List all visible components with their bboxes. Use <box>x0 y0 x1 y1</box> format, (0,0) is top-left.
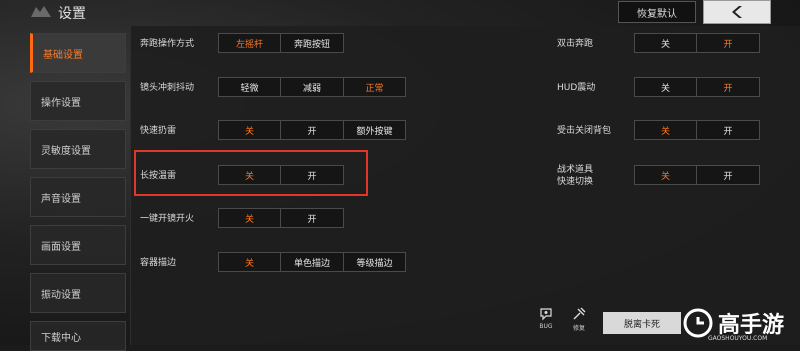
setting-label-double-tap-run: 双击奔跑 <box>557 39 594 49</box>
option-off[interactable]: 关 <box>218 252 281 272</box>
setting-label-one-tap-scope-fire: 一键开镜开火 <box>140 214 195 224</box>
highlight-frame <box>134 150 368 196</box>
top-bar: 设置 恢复默认 <box>0 0 800 26</box>
option-off[interactable]: 关 <box>218 208 281 228</box>
option-reduced[interactable]: 减弱 <box>280 77 344 97</box>
setting-label-camera-shake: 镜头冲刺抖动 <box>140 83 195 93</box>
option-on[interactable]: 开 <box>280 208 344 228</box>
sidebar-item-graphics[interactable]: 画面设置 <box>30 225 126 265</box>
option-on[interactable]: 开 <box>696 33 760 53</box>
setting-label-hud-shake: HUD震动 <box>557 83 596 93</box>
sidebar-item-sensitivity[interactable]: 灵敏度设置 <box>30 129 126 169</box>
bug-report-button[interactable]: BUG <box>533 307 559 330</box>
bug-icon <box>540 308 552 321</box>
restore-defaults-button[interactable]: 恢复默认 <box>618 1 696 23</box>
option-off[interactable]: 关 <box>634 77 697 97</box>
repair-label: 修复 <box>572 325 585 332</box>
run-mode-selector: 左摇杆 奔跑按钮 <box>218 33 344 53</box>
option-on[interactable]: 开 <box>696 165 760 185</box>
option-extra-key[interactable]: 额外按键 <box>343 120 406 140</box>
repair-button[interactable]: 修复 <box>566 307 592 332</box>
camera-shake-selector: 轻微 减弱 正常 <box>218 77 406 97</box>
sidebar-item-basic[interactable]: 基础设置 <box>30 33 126 73</box>
option-tier-outline[interactable]: 等级描边 <box>343 252 406 272</box>
settings-logo-icon <box>31 6 51 17</box>
sidebar-item-controls[interactable]: 操作设置 <box>30 81 126 121</box>
option-mono-outline[interactable]: 单色描边 <box>280 252 344 272</box>
chevron-left-icon <box>732 6 742 18</box>
option-on[interactable]: 开 <box>280 120 344 140</box>
option-off[interactable]: 关 <box>634 120 697 140</box>
setting-label-quick-throw: 快速扔雷 <box>140 126 177 136</box>
wrench-icon <box>573 307 586 320</box>
brand-url: GAOSHOUYOU.COM <box>708 335 768 342</box>
option-on[interactable]: 开 <box>696 77 760 97</box>
option-left-stick[interactable]: 左摇杆 <box>218 33 281 53</box>
escape-stuck-button[interactable]: 脱离卡死 <box>603 312 681 334</box>
setting-label-tactical-switch-2: 快速切换 <box>557 177 594 187</box>
option-on[interactable]: 开 <box>696 120 760 140</box>
back-button[interactable] <box>703 0 771 24</box>
double-tap-run-selector: 关 开 <box>634 33 760 53</box>
option-slight[interactable]: 轻微 <box>218 77 281 97</box>
setting-label-tactical-switch-1: 战术道具 <box>557 165 594 175</box>
sidebar-item-sound[interactable]: 声音设置 <box>30 177 126 217</box>
option-off[interactable]: 关 <box>218 120 281 140</box>
setting-label-hit-close-bag: 受击关闭背包 <box>557 126 612 136</box>
option-off[interactable]: 关 <box>634 165 697 185</box>
setting-label-container-outline: 容器描边 <box>140 258 177 268</box>
hud-shake-selector: 关 开 <box>634 77 760 97</box>
tactical-switch-selector: 关 开 <box>634 165 760 185</box>
option-normal[interactable]: 正常 <box>343 77 406 97</box>
bug-label: BUG <box>539 323 553 330</box>
sidebar-item-vibration[interactable]: 振动设置 <box>30 273 126 313</box>
sidebar-item-downloads[interactable]: 下载中心 <box>30 321 126 351</box>
one-tap-scope-fire-selector: 关 开 <box>218 208 344 228</box>
quick-throw-selector: 关 开 额外按键 <box>218 120 406 140</box>
option-run-button[interactable]: 奔跑按钮 <box>280 33 344 53</box>
container-outline-selector: 关 单色描边 等级描边 <box>218 252 406 272</box>
hit-close-bag-selector: 关 开 <box>634 120 760 140</box>
option-off[interactable]: 关 <box>634 33 697 53</box>
setting-label-run-mode: 奔跑操作方式 <box>140 39 195 49</box>
page-title: 设置 <box>58 6 86 22</box>
